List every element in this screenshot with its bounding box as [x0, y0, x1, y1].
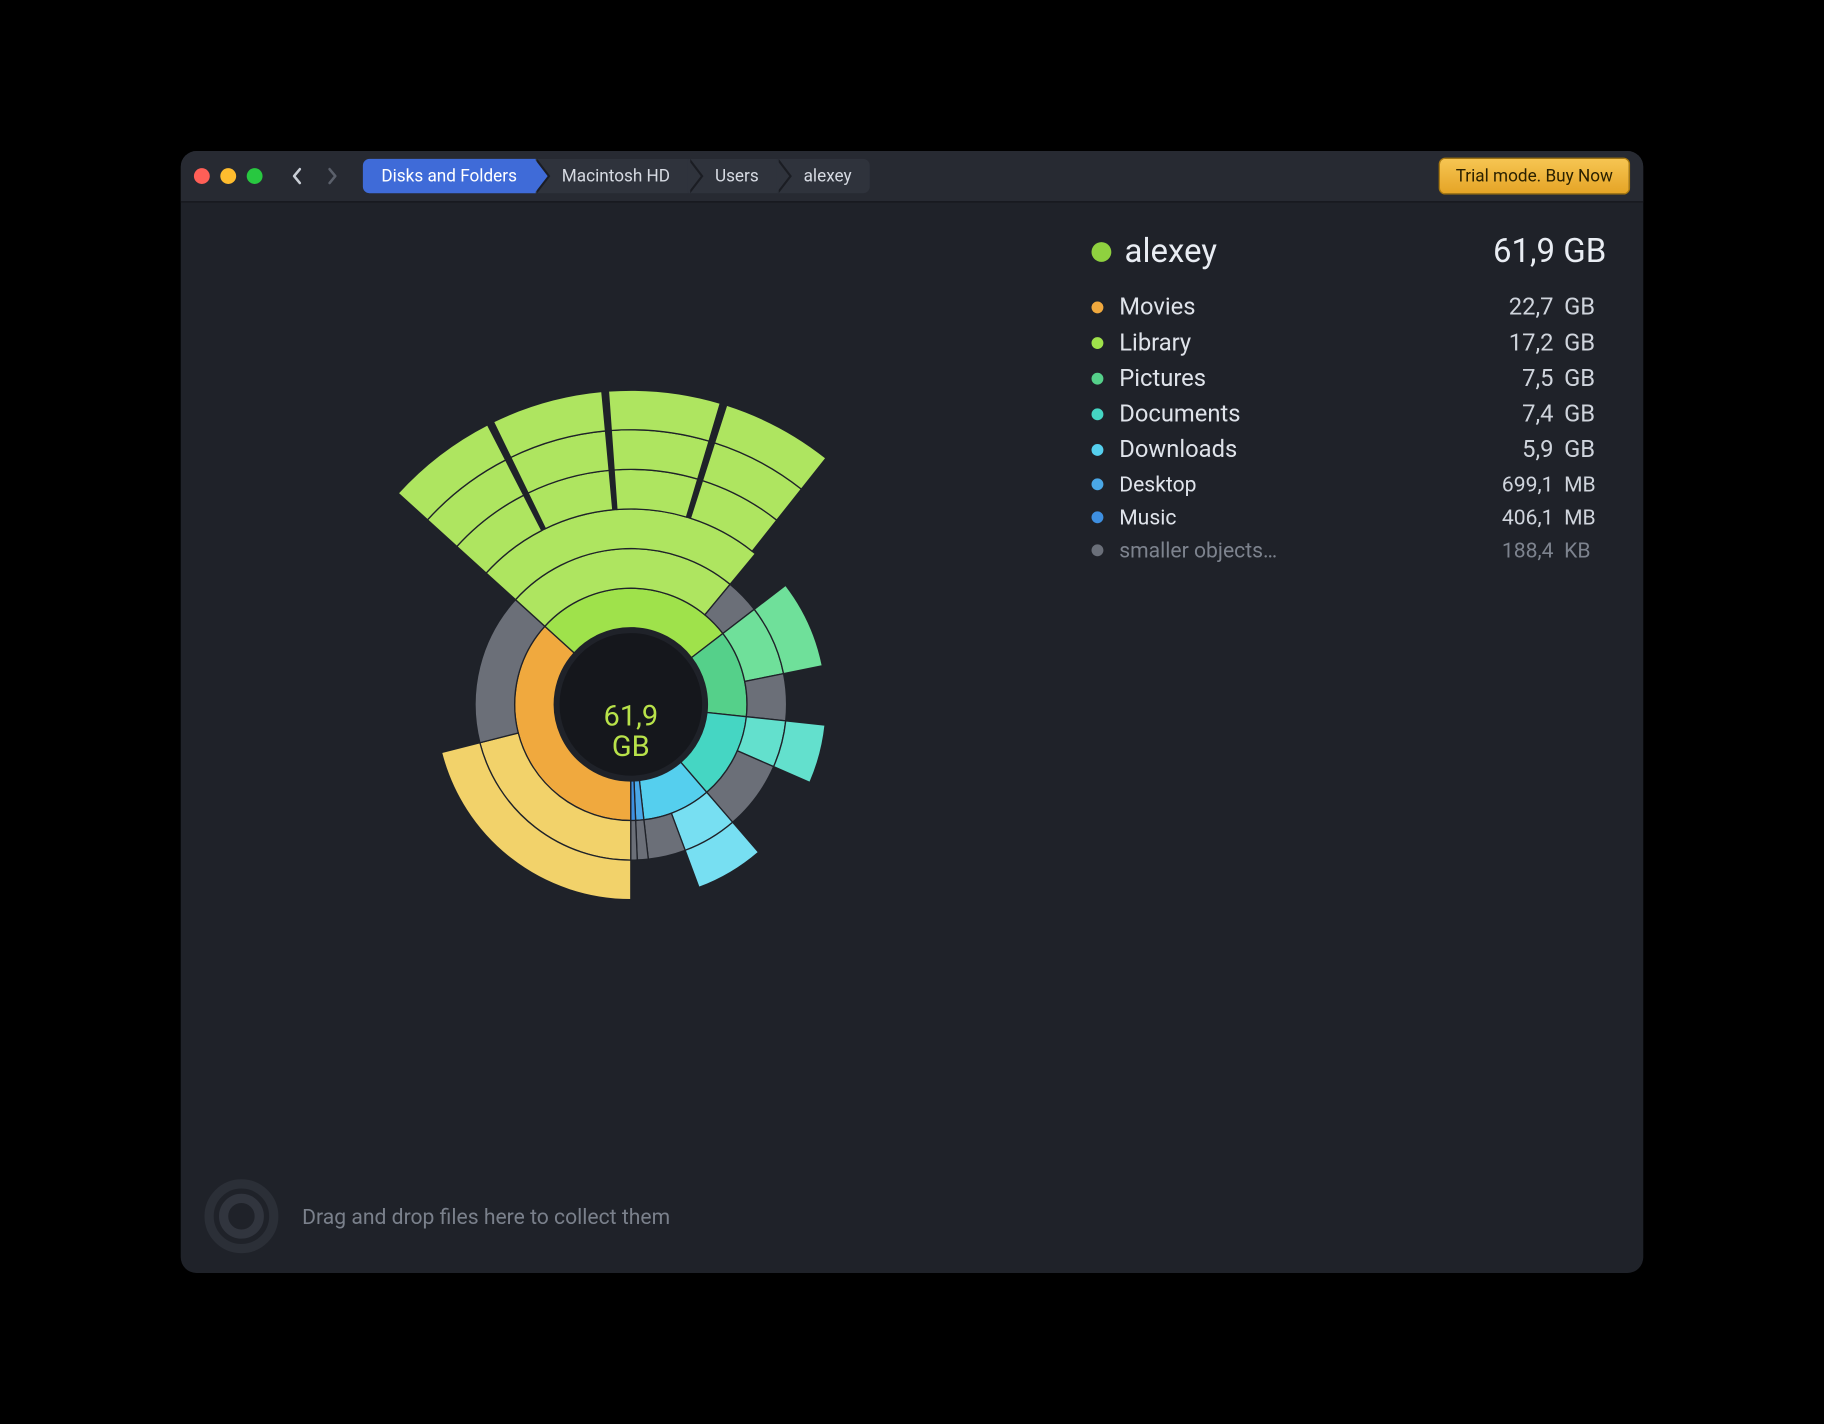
- close-icon[interactable]: [194, 168, 210, 184]
- list-item[interactable]: Pictures 7,5 GB: [1092, 361, 1607, 397]
- window-controls: [194, 168, 263, 184]
- item-size-num: 406,1: [1502, 505, 1554, 530]
- item-name: Movies: [1119, 294, 1195, 322]
- history-nav: [281, 160, 347, 192]
- titlebar: Disks and FoldersMacintosh HDUsersalexey…: [181, 151, 1644, 202]
- item-size-unit: KB: [1564, 538, 1606, 563]
- list-item[interactable]: Library 17,2 GB: [1092, 325, 1607, 361]
- back-button[interactable]: [281, 160, 313, 192]
- breadcrumb-item[interactable]: Disks and Folders: [363, 159, 536, 193]
- item-name: Documents: [1119, 400, 1240, 428]
- item-color-dot: [1092, 511, 1104, 523]
- item-color-dot: [1092, 544, 1104, 556]
- item-name: Library: [1119, 329, 1191, 357]
- forward-button: [315, 160, 347, 192]
- item-size-num: 699,1: [1502, 472, 1554, 497]
- item-size-num: 5,9: [1522, 436, 1553, 464]
- minimize-icon[interactable]: [220, 168, 236, 184]
- zoom-icon[interactable]: [247, 168, 263, 184]
- drop-hint: Drag and drop files here to collect them: [302, 1204, 670, 1229]
- item-color-dot: [1092, 408, 1104, 420]
- item-size-unit: GB: [1564, 436, 1606, 464]
- summary-size: 61,9 GB: [1493, 233, 1606, 271]
- item-size-unit: GB: [1564, 329, 1606, 357]
- item-size-unit: MB: [1564, 472, 1606, 497]
- item-color-dot: [1092, 337, 1104, 349]
- list-item[interactable]: Music 406,1 MB: [1092, 501, 1607, 534]
- item-name: Music: [1119, 505, 1176, 530]
- item-size-num: 17,2: [1509, 329, 1554, 357]
- item-color-dot: [1092, 478, 1104, 490]
- item-name: Downloads: [1119, 436, 1237, 464]
- item-size-num: 22,7: [1509, 294, 1554, 322]
- item-name: smaller objects…: [1119, 538, 1277, 563]
- list-item[interactable]: Downloads 5,9 GB: [1092, 432, 1607, 468]
- details-panel: alexey 61,9 GB Movies 22,7 GB Library 17,2 GB…: [1081, 201, 1643, 1273]
- sunburst-chart[interactable]: 61,9 GB: [181, 201, 1081, 1273]
- item-color-dot: [1092, 373, 1104, 385]
- summary-color-dot: [1092, 242, 1112, 262]
- item-size-unit: MB: [1564, 505, 1606, 530]
- list-item[interactable]: Movies 22,7 GB: [1092, 290, 1607, 326]
- list-item[interactable]: Desktop 699,1 MB: [1092, 468, 1607, 501]
- buy-now-button[interactable]: Trial mode. Buy Now: [1439, 158, 1631, 195]
- list-item[interactable]: smaller objects… 188,4 KB: [1092, 534, 1607, 567]
- item-color-dot: [1092, 444, 1104, 456]
- item-size-num: 188,4: [1502, 538, 1554, 563]
- item-name: Pictures: [1119, 365, 1206, 393]
- drop-footer[interactable]: Drag and drop files here to collect them: [181, 1159, 1644, 1273]
- item-size-unit: GB: [1564, 400, 1606, 428]
- summary-name: alexey: [1125, 233, 1217, 271]
- list-item[interactable]: Documents 7,4 GB: [1092, 397, 1607, 433]
- item-size-num: 7,5: [1522, 365, 1553, 393]
- item-size-num: 7,4: [1522, 400, 1553, 428]
- item-size-unit: GB: [1564, 365, 1606, 393]
- item-color-dot: [1092, 301, 1104, 313]
- breadcrumb: Disks and FoldersMacintosh HDUsersalexey: [363, 159, 870, 193]
- breadcrumb-item[interactable]: Macintosh HD: [535, 159, 688, 193]
- app-window: Disks and FoldersMacintosh HDUsersalexey…: [181, 151, 1644, 1273]
- item-size-unit: GB: [1564, 294, 1606, 322]
- item-name: Desktop: [1119, 472, 1196, 497]
- drop-target-icon[interactable]: [204, 1179, 278, 1253]
